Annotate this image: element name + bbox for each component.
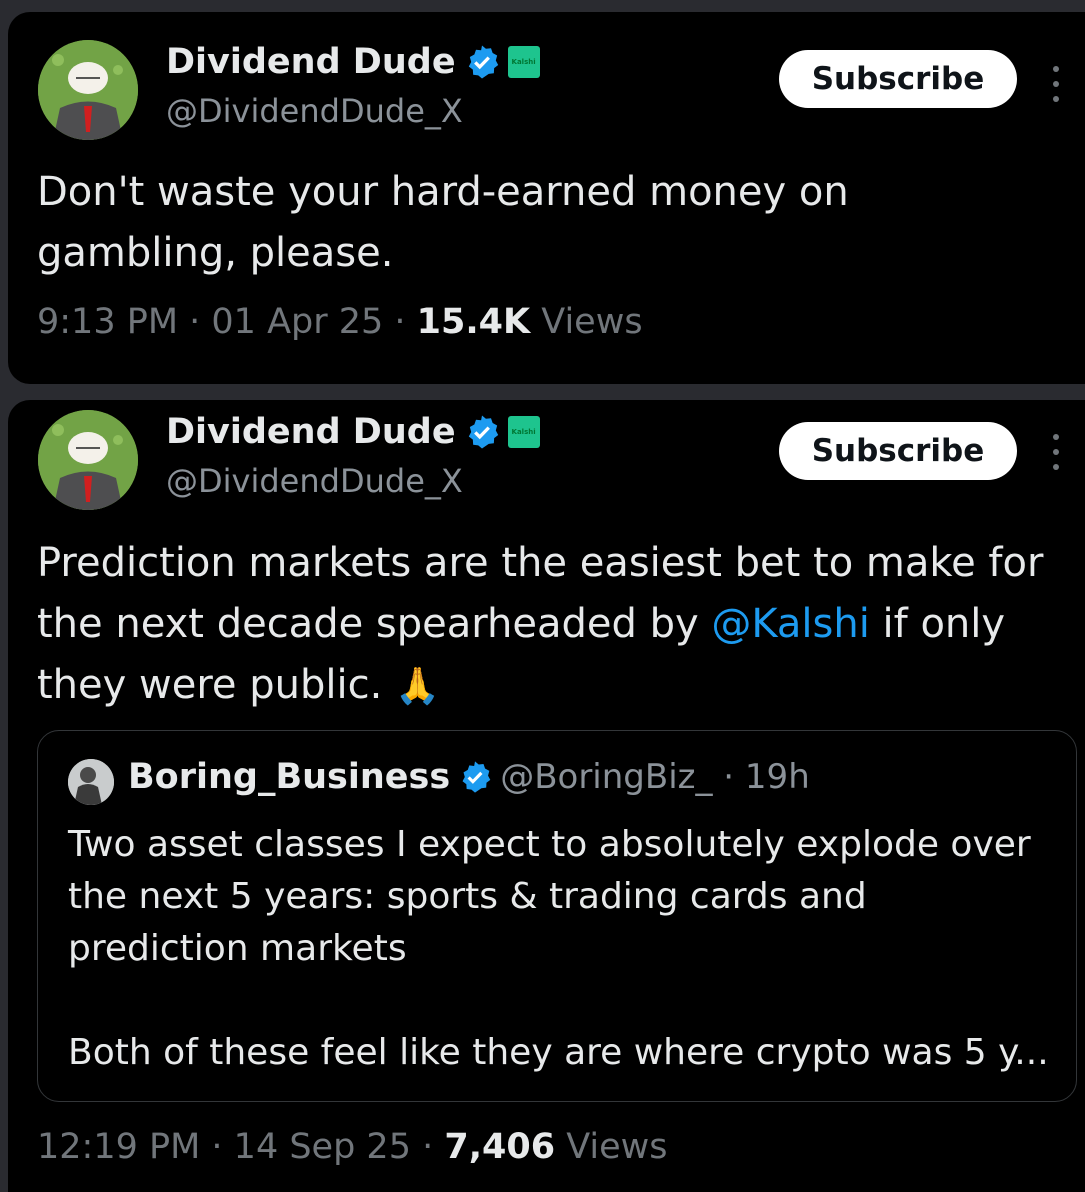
quoted-avatar[interactable] bbox=[68, 759, 114, 805]
quoted-handle-time: @BoringBiz_ · 19h bbox=[500, 757, 810, 797]
author-name-row: Dividend Dude Kalshi bbox=[166, 412, 540, 452]
views-label: Views bbox=[530, 302, 643, 342]
tweet-text: Don't waste your hard-earned money on ga… bbox=[37, 169, 862, 276]
kalshi-affiliate-badge[interactable]: Kalshi bbox=[507, 416, 540, 448]
quoted-author-name[interactable]: Boring_Business bbox=[128, 757, 450, 797]
tweet-meta: 12:19 PM · 14 Sep 25 · 7,406 Views bbox=[37, 1127, 667, 1167]
tweet-text: Prediction markets are the easiest bet t… bbox=[37, 533, 1045, 717]
quoted-tweet-text: Two asset classes I expect to absolutely… bbox=[68, 824, 1049, 1073]
views-count: 15.4K bbox=[416, 302, 531, 342]
tweet-meta: 9:13 PM · 01 Apr 25 · 15.4K Views bbox=[37, 302, 643, 342]
tweet-timestamp[interactable]: 9:13 PM · 01 Apr 25 · bbox=[37, 302, 417, 342]
views-count: 7,406 bbox=[444, 1127, 556, 1167]
verified-badge-icon bbox=[468, 415, 498, 449]
folded-hands-emoji: 🙏 bbox=[395, 666, 440, 707]
avatar[interactable] bbox=[38, 40, 138, 140]
subscribe-button[interactable]: Subscribe bbox=[779, 422, 1017, 480]
verified-badge-icon bbox=[468, 45, 498, 79]
author-handle[interactable]: @DividendDude_X bbox=[166, 92, 463, 130]
quoted-tweet[interactable]: Boring_Business @BoringBiz_ · 19h Two as… bbox=[37, 730, 1077, 1102]
quoted-header: Boring_Business @BoringBiz_ · 19h bbox=[128, 757, 810, 797]
avatar-image bbox=[38, 40, 138, 140]
more-options-icon[interactable] bbox=[1048, 66, 1064, 102]
tweet-card[interactable]: Dividend Dude Kalshi @DividendDude_X Sub… bbox=[8, 12, 1085, 384]
tweet-card[interactable]: Dividend Dude Kalshi @DividendDude_X Sub… bbox=[8, 400, 1085, 1192]
more-options-icon[interactable] bbox=[1048, 434, 1064, 470]
quoted-avatar-image bbox=[68, 759, 114, 805]
author-name[interactable]: Dividend Dude bbox=[166, 412, 456, 452]
avatar[interactable] bbox=[38, 410, 138, 510]
avatar-image bbox=[38, 410, 138, 510]
kalshi-affiliate-badge[interactable]: Kalshi bbox=[507, 46, 540, 78]
author-handle[interactable]: @DividendDude_X bbox=[166, 462, 463, 500]
tweet-timestamp[interactable]: 12:19 PM · 14 Sep 25 · bbox=[37, 1127, 444, 1167]
author-name[interactable]: Dividend Dude bbox=[166, 42, 456, 82]
subscribe-button[interactable]: Subscribe bbox=[779, 50, 1017, 108]
views-label: Views bbox=[555, 1127, 668, 1167]
mention-link[interactable]: @Kalshi bbox=[711, 601, 869, 647]
author-name-row: Dividend Dude Kalshi bbox=[166, 42, 540, 82]
verified-badge-icon bbox=[462, 761, 491, 793]
